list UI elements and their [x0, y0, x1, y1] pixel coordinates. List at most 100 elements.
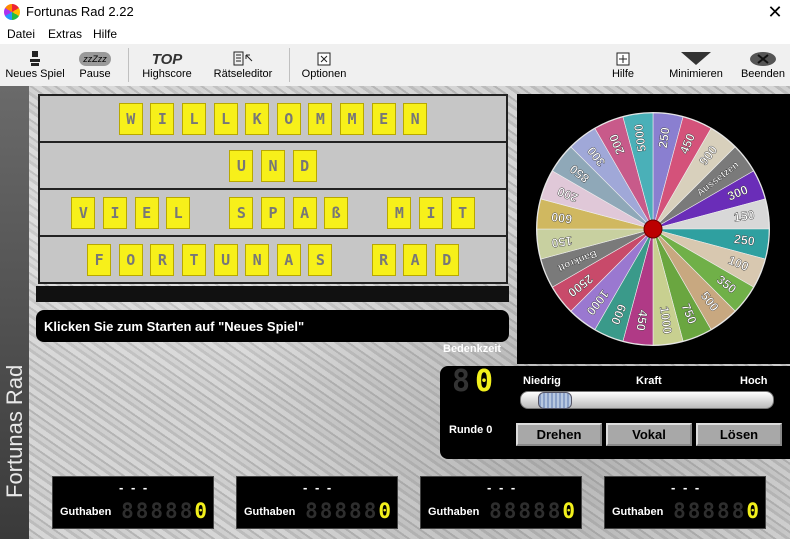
guthaben-value: 888880	[305, 499, 393, 523]
wheel-segment-label: 600	[550, 209, 573, 226]
letter-tile: L	[182, 103, 206, 135]
help-icon	[608, 50, 638, 68]
hilfe-label: Hilfe	[611, 68, 634, 80]
loesen-button[interactable]: Lösen	[696, 423, 782, 446]
vokal-button[interactable]: Vokal	[606, 423, 692, 446]
letter-tile: V	[71, 197, 96, 229]
minimieren-button[interactable]: Minimieren	[668, 50, 724, 80]
letter-tile: ß	[324, 197, 349, 229]
drehen-button[interactable]: Drehen	[516, 423, 602, 446]
menu-bar	[0, 24, 790, 44]
letter-tile: T	[450, 197, 475, 229]
pause-label: Pause	[79, 68, 111, 80]
player-panel: - - - Guthaben 888880	[604, 476, 766, 529]
letter-tile: N	[403, 103, 428, 135]
letter-tile: P	[261, 197, 285, 229]
letter-tile: F	[87, 244, 112, 276]
menu-extras[interactable]: Extras	[48, 27, 82, 41]
letter-tile: I	[103, 197, 127, 229]
letter-tile: S	[308, 244, 333, 276]
player-name: - - -	[303, 480, 334, 495]
letter-tile: O	[276, 103, 301, 135]
message-box: Klicken Sie zum Starten auf "Neues Spiel…	[36, 310, 509, 342]
minimize-icon	[668, 50, 724, 68]
player-name: - - -	[671, 480, 702, 495]
sleep-icon: zzZzz	[79, 52, 111, 66]
kraft-label: Kraft	[636, 375, 662, 387]
menu-hilfe[interactable]: Hilfe	[93, 27, 117, 41]
raetseleditor-label: Rätseleditor	[213, 68, 273, 80]
letter-tile: N	[245, 244, 270, 276]
board-row: UND	[40, 143, 506, 188]
top-icon: TOP	[151, 50, 183, 68]
letter-tile: D	[292, 150, 317, 182]
neues-spiel-label: Neues Spiel	[5, 68, 65, 80]
exit-icon	[740, 50, 786, 68]
runde-label: Runde 0	[449, 424, 493, 436]
highscore-label: Highscore	[142, 68, 192, 80]
letter-tile: M	[340, 103, 364, 135]
guthaben-label: Guthaben	[60, 506, 112, 518]
letter-tile: R	[150, 244, 175, 276]
player-name: - - -	[119, 480, 150, 495]
side-banner-text: Fortunas Rad	[2, 364, 27, 498]
window-title: Fortunas Rad 2.22	[26, 4, 134, 19]
guthaben-label: Guthaben	[428, 506, 480, 518]
pawn-icon	[5, 50, 65, 68]
letter-tile: D	[434, 244, 459, 276]
letter-tile: T	[182, 244, 206, 276]
wheel-segment-label: 450	[633, 309, 650, 332]
letter-tile: S	[229, 197, 254, 229]
highscore-button[interactable]: TOP Highscore	[139, 50, 195, 81]
toolbar-separator	[128, 48, 129, 82]
guthaben-label: Guthaben	[612, 506, 664, 518]
letter-tile: I	[419, 197, 443, 229]
hilfe-button[interactable]: Hilfe	[608, 50, 638, 80]
board-status-bar	[36, 286, 509, 302]
kraft-min-label: Niedrig	[523, 375, 561, 387]
letter-tile: A	[276, 244, 301, 276]
close-icon[interactable]: ✕	[764, 1, 786, 23]
options-icon	[300, 50, 348, 68]
letter-tile: A	[403, 244, 428, 276]
letter-tile: M	[308, 103, 333, 135]
letter-tile: E	[371, 103, 396, 135]
menu-datei[interactable]: Datei	[7, 27, 35, 41]
board-row: FORTUNASRAD	[40, 237, 506, 282]
wheel-hub	[643, 219, 663, 239]
optionen-label: Optionen	[301, 68, 347, 80]
letter-tile: R	[371, 244, 396, 276]
neues-spiel-button[interactable]: Neues Spiel	[5, 50, 65, 80]
letter-tile: E	[134, 197, 159, 229]
wheel-segment-label: 250	[733, 232, 756, 249]
letter-tile: L	[213, 103, 238, 135]
toolbar-separator	[289, 48, 290, 82]
letter-tile: U	[229, 150, 254, 182]
bedenkzeit-label: Bedenkzeit	[443, 343, 502, 355]
timer-digit-dim: 8	[452, 364, 471, 399]
fortune-wheel[interactable]: 250 450900Aussetzen3001502501003505007501…	[532, 111, 774, 347]
wheel-segment-label: 150	[551, 233, 574, 250]
wheel-segment-label: 250	[656, 126, 673, 149]
letter-tile: M	[387, 197, 412, 229]
optionen-button[interactable]: Optionen	[300, 50, 348, 80]
board-row: WILLKOMMEN	[40, 96, 506, 141]
raetseleditor-button[interactable]: Rätseleditor	[212, 50, 274, 80]
letter-tile: N	[261, 150, 285, 182]
minimieren-label: Minimieren	[669, 68, 723, 80]
pause-button[interactable]: zzZzz Pause	[77, 50, 113, 80]
wheel-segment-label: 150	[733, 208, 756, 225]
letter-tile: L	[166, 197, 191, 229]
guthaben-value: 888880	[673, 499, 761, 523]
letter-tile: U	[213, 244, 238, 276]
timer-digit: 0	[475, 364, 494, 399]
message-text: Klicken Sie zum Starten auf "Neues Spiel…	[44, 319, 305, 334]
beenden-button[interactable]: Beenden	[740, 50, 786, 80]
beenden-label: Beenden	[740, 68, 786, 80]
player-panel: - - - Guthaben 888880	[236, 476, 398, 529]
guthaben-label: Guthaben	[244, 506, 296, 518]
player-panel: - - - Guthaben 888880	[420, 476, 582, 529]
letter-tile: W	[118, 103, 143, 135]
kraft-slider-thumb[interactable]	[538, 392, 573, 409]
board-row: VIELSPAßMIT	[40, 190, 506, 235]
